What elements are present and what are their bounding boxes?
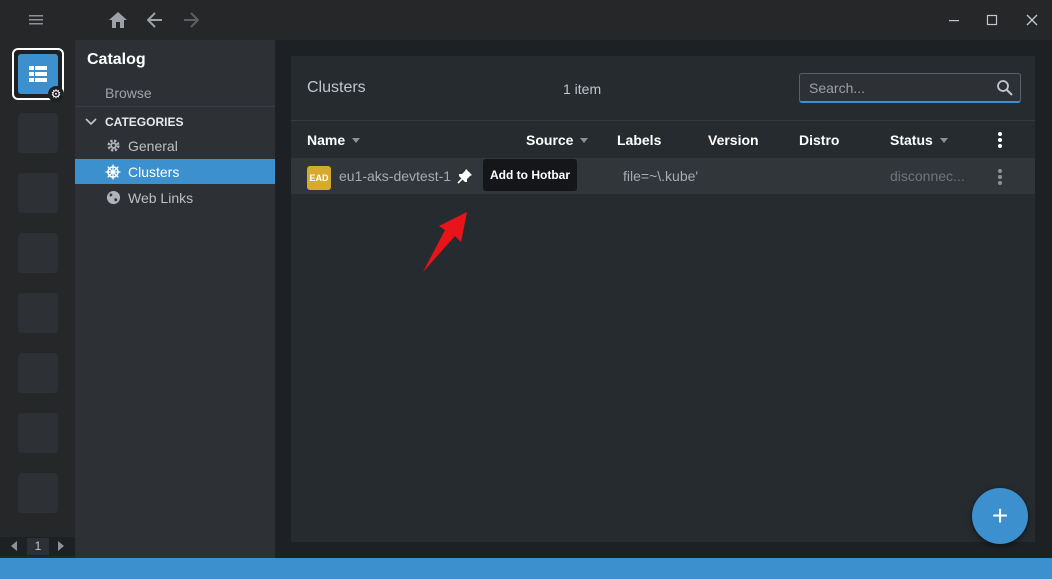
hamburger-icon[interactable] — [24, 8, 48, 32]
panel-header: Clusters 1 item — [291, 56, 1035, 121]
column-header-name[interactable]: Name — [307, 132, 361, 148]
column-header-distro[interactable]: Distro — [799, 132, 839, 148]
home-icon[interactable] — [106, 8, 130, 32]
categories-label: CATEGORIES — [105, 115, 184, 129]
hotbar-slot[interactable] — [18, 113, 58, 153]
cluster-name: eu1-aks-devtest-1 — [339, 168, 452, 184]
hotbar-slot[interactable] — [18, 353, 58, 393]
column-header-source[interactable]: Source — [526, 132, 589, 148]
hotbar-slot[interactable] — [18, 173, 58, 213]
column-header-version[interactable]: Version — [708, 132, 759, 148]
catalog-sidebar: Catalog Browse CATEGORIES General Cluste… — [75, 40, 275, 558]
tooltip: Add to Hotbar — [483, 159, 577, 191]
maximize-icon[interactable] — [980, 8, 1004, 32]
sidebar-item-label: Clusters — [128, 163, 180, 180]
divider — [75, 106, 275, 107]
search-field[interactable] — [799, 73, 1021, 103]
sidebar-item-browse[interactable]: Browse — [105, 85, 152, 101]
sort-icon — [352, 137, 361, 143]
sort-icon — [580, 137, 589, 143]
hotbar-slot[interactable] — [18, 293, 58, 333]
hotbar-slot[interactable] — [18, 233, 58, 273]
arrow-right-icon[interactable] — [179, 8, 203, 32]
gear-icon: ⚙ — [48, 86, 64, 102]
helm-icon — [105, 164, 121, 180]
cluster-labels: file=~\.kube' — [623, 168, 699, 184]
hotbar-pager: 1 — [0, 537, 75, 556]
sort-icon — [939, 137, 948, 143]
row-menu-icon[interactable] — [998, 169, 1002, 185]
sidebar-item-label: Web Links — [128, 189, 194, 206]
chevron-down-icon — [85, 118, 97, 126]
pin-icon[interactable] — [457, 168, 473, 184]
column-header-status[interactable]: Status — [890, 132, 948, 148]
item-count: 1 item — [563, 81, 602, 97]
close-icon[interactable] — [1020, 8, 1044, 32]
sidebar-title: Catalog — [87, 51, 146, 68]
sidebar-item-general[interactable]: General — [75, 133, 275, 158]
sidebar-item-clusters[interactable]: Clusters — [75, 159, 275, 184]
table-row[interactable]: EAD eu1-aks-devtest-1 file=~\.kube' disc… — [291, 158, 1035, 194]
page-title: Clusters — [307, 79, 366, 96]
sidebar-item-label: General — [128, 137, 178, 154]
chevron-right-icon[interactable] — [58, 541, 64, 551]
sidebar-item-web-links[interactable]: Web Links — [75, 185, 275, 210]
arrow-left-icon[interactable] — [143, 8, 167, 32]
hotbar-page-number[interactable]: 1 — [27, 538, 49, 555]
chevron-left-icon[interactable] — [11, 541, 17, 551]
clusters-panel: Clusters 1 item Name Source Labels Versi… — [291, 56, 1035, 544]
globe-icon — [105, 190, 121, 206]
cluster-status: disconnec... — [890, 168, 965, 184]
annotation-arrow — [423, 212, 467, 272]
table-header: Name Source Labels Version Distro Status — [291, 122, 1035, 158]
column-header-labels[interactable]: Labels — [617, 132, 661, 148]
hotbar: ⚙ — [0, 40, 75, 558]
hotbar-slot[interactable] — [18, 473, 58, 513]
gear-icon — [105, 138, 121, 154]
column-menu-icon[interactable] — [998, 132, 1002, 148]
hotbar-slot[interactable] — [18, 413, 58, 453]
add-button[interactable]: + — [972, 488, 1028, 544]
categories-toggle[interactable]: CATEGORIES — [85, 112, 275, 132]
main-content: Clusters 1 item Name Source Labels Versi… — [275, 40, 1052, 558]
cluster-avatar: EAD — [307, 166, 331, 190]
search-icon — [997, 80, 1013, 96]
title-bar — [0, 0, 1052, 40]
minimize-icon[interactable] — [942, 8, 966, 32]
status-bar — [0, 558, 1052, 579]
search-input[interactable] — [809, 79, 989, 97]
